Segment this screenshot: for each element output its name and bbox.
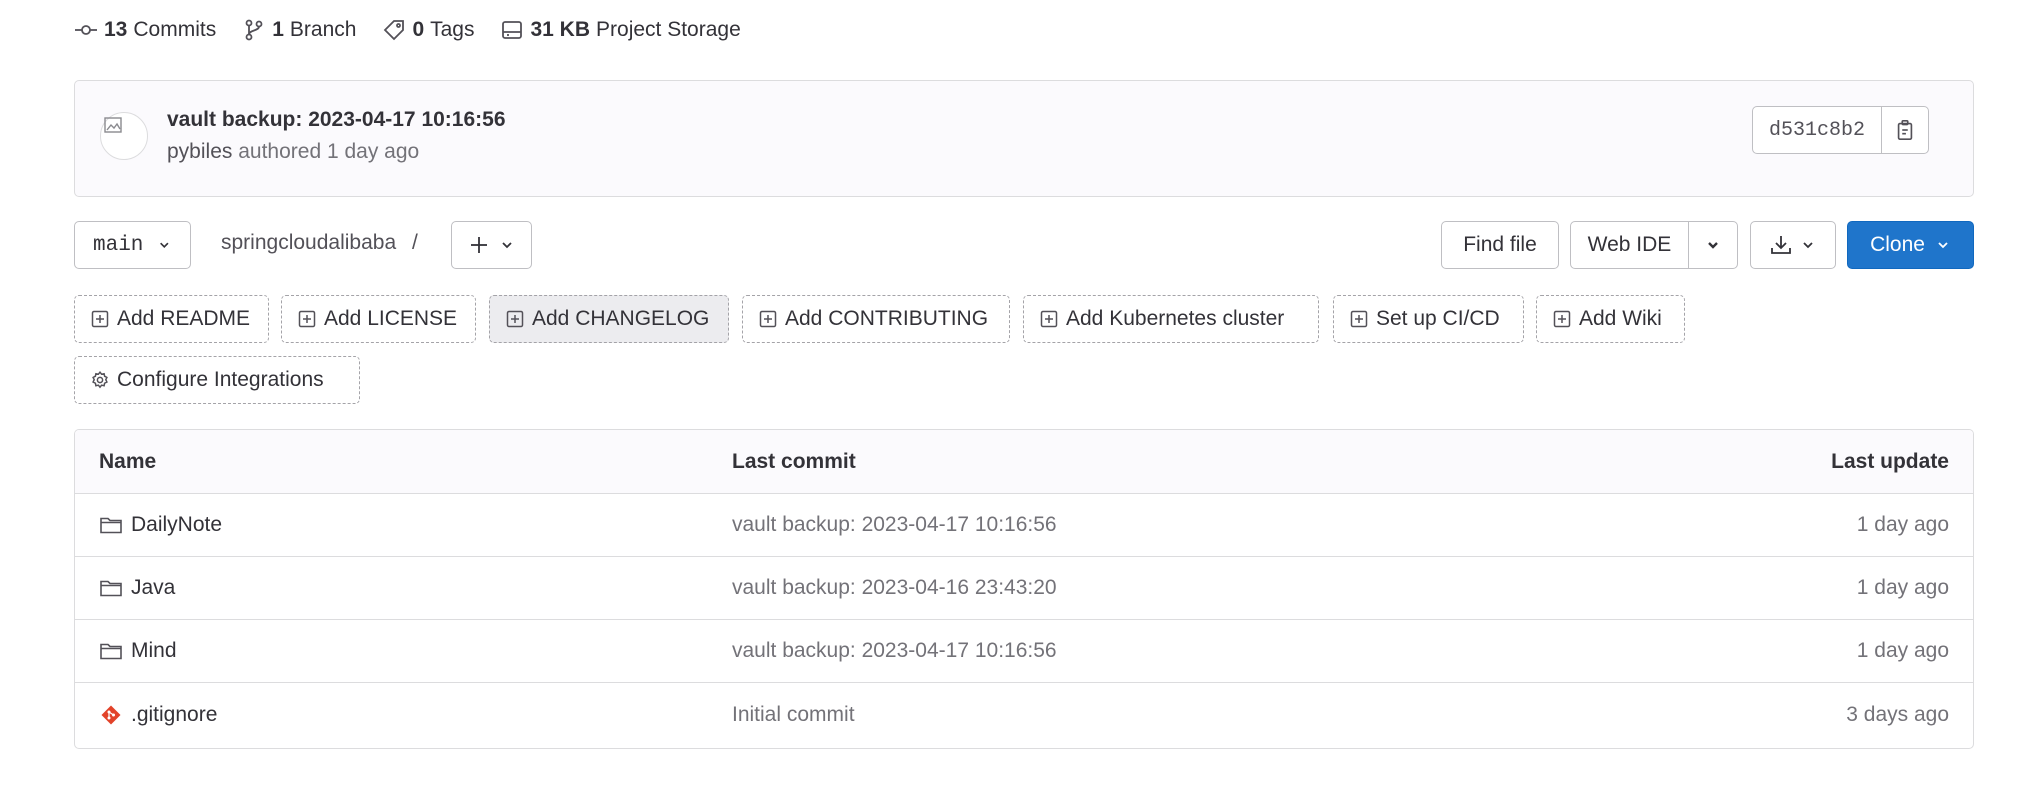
commits-label: Commits (133, 18, 217, 41)
project-stats: 13 Commits 1 Branch 0 Tags 31 KB Project… (74, 14, 741, 46)
commit-author[interactable]: pybiles (167, 140, 232, 163)
header-last-update: Last update (1831, 449, 1949, 473)
commit-sha-group: d531c8b2 (1751, 106, 1929, 154)
setup-cicd-button[interactable]: Set up CI/CD (1333, 295, 1524, 343)
chevron-down-icon (1938, 242, 1948, 249)
commits-count: 13 (104, 18, 128, 41)
avatar[interactable] (100, 112, 148, 160)
plus-square-icon (506, 310, 524, 328)
header-name: Name (99, 449, 157, 473)
plus-square-icon (759, 310, 777, 328)
web-ide-button[interactable]: Web IDE (1571, 222, 1689, 268)
branches-stat[interactable]: 1 Branch (242, 18, 356, 42)
row-last-update: 3 days ago (1846, 702, 1949, 726)
plus-square-icon (1040, 310, 1058, 328)
table-row[interactable]: Java vault backup: 2023-04-16 23:43:20 1… (75, 557, 1973, 620)
row-last-update: 1 day ago (1856, 576, 1949, 599)
row-last-update: 1 day ago (1856, 639, 1949, 662)
suggestion-label: Add LICENSE (324, 307, 458, 330)
web-ide-split-button: Web IDE (1570, 221, 1738, 269)
table-row[interactable]: .gitignore Initial commit 3 days ago (75, 683, 1973, 746)
row-last-commit[interactable]: vault backup: 2023-04-17 10:16:56 (732, 494, 1057, 556)
suggestion-label: Add CONTRIBUTING (785, 307, 989, 330)
branch-icon (245, 19, 263, 41)
add-changelog-button[interactable]: Add CHANGELOG (489, 295, 729, 343)
row-last-commit[interactable]: vault backup: 2023-04-17 10:16:56 (732, 620, 1057, 682)
add-license-button[interactable]: Add LICENSE (281, 295, 476, 343)
folder-icon (100, 643, 122, 660)
folder-icon (100, 517, 122, 534)
suggestion-label: Set up CI/CD (1376, 307, 1500, 330)
commit-title[interactable]: vault backup: 2023-04-17 10:16:56 (167, 108, 506, 132)
breadcrumb: springcloudalibaba / (221, 231, 418, 255)
row-last-update: 1 day ago (1856, 513, 1949, 536)
row-last-commit[interactable]: vault backup: 2023-04-16 23:43:20 (732, 557, 1057, 619)
file-name[interactable]: DailyNote (131, 513, 222, 537)
branch-name: main (93, 233, 144, 257)
file-name[interactable]: Mind (131, 639, 177, 663)
broken-image-icon (104, 117, 122, 133)
clone-dropdown[interactable]: Clone (1847, 221, 1974, 269)
suggestion-label: Configure Integrations (117, 368, 324, 391)
commit-icon (75, 25, 97, 35)
plus-square-icon (1553, 310, 1571, 328)
add-to-tree-dropdown[interactable] (451, 221, 532, 269)
copy-sha-button[interactable] (1882, 107, 1928, 153)
tag-icon (384, 20, 405, 41)
web-ide-dropdown-toggle[interactable] (1689, 222, 1737, 268)
suggestion-label: Add Wiki (1579, 307, 1662, 330)
chevron-down-icon (1803, 242, 1813, 249)
plus-square-icon (298, 310, 316, 328)
suggestion-label: Add CHANGELOG (532, 307, 710, 330)
plus-square-icon (91, 310, 109, 328)
chevron-down-icon (1708, 242, 1718, 249)
storage-label: Project Storage (596, 18, 741, 41)
storage-size: 31 KB (530, 18, 591, 41)
download-icon (1771, 236, 1791, 254)
branch-label: Branch (289, 18, 357, 41)
last-commit-panel: vault backup: 2023-04-17 10:16:56 pybile… (74, 80, 1974, 197)
commit-authored-text: authored 1 day ago (238, 140, 420, 163)
git-file-icon (101, 705, 121, 724)
storage-stat[interactable]: 31 KB Project Storage (500, 18, 741, 42)
configure-integrations-button[interactable]: Configure Integrations (74, 356, 360, 404)
file-name[interactable]: Java (131, 576, 175, 600)
chevron-down-icon (501, 242, 512, 249)
suggestion-label: Add README (117, 307, 251, 330)
download-dropdown[interactable] (1750, 221, 1836, 269)
chevron-down-icon (160, 242, 169, 248)
add-readme-button[interactable]: Add README (74, 295, 269, 343)
file-tree-table: Name Last commit Last update DailyNote v… (74, 429, 1974, 749)
breadcrumb-separator: / (411, 231, 418, 254)
table-row[interactable]: Mind vault backup: 2023-04-17 10:16:56 1… (75, 620, 1973, 683)
add-contributing-button[interactable]: Add CONTRIBUTING (742, 295, 1010, 343)
table-header: Name Last commit Last update (75, 430, 1973, 494)
copy-icon (1897, 120, 1913, 140)
add-wiki-button[interactable]: Add Wiki (1536, 295, 1685, 343)
folder-icon (100, 580, 122, 597)
find-file-button[interactable]: Find file (1441, 221, 1559, 269)
commit-sha[interactable]: d531c8b2 (1753, 107, 1882, 153)
clone-label: Clone (1870, 233, 1925, 256)
row-last-commit[interactable]: Initial commit (732, 683, 855, 746)
branch-count: 1 (272, 18, 284, 41)
plus-icon (470, 237, 487, 253)
header-last-commit: Last commit (732, 449, 856, 473)
tags-count: 0 (412, 18, 425, 41)
breadcrumb-repo[interactable]: springcloudalibaba (221, 231, 396, 254)
plus-square-icon (1350, 310, 1368, 328)
storage-icon (502, 21, 523, 39)
tags-label: Tags (430, 18, 475, 41)
suggestion-label: Add Kubernetes cluster (1066, 307, 1285, 330)
commit-meta: pybiles authored 1 day ago (167, 140, 419, 164)
add-kubernetes-cluster-button[interactable]: Add Kubernetes cluster (1023, 295, 1319, 343)
table-row[interactable]: DailyNote vault backup: 2023-04-17 10:16… (75, 494, 1973, 557)
file-name[interactable]: .gitignore (131, 703, 217, 727)
branch-selector[interactable]: main (74, 221, 191, 269)
commits-stat[interactable]: 13 Commits (74, 18, 216, 42)
settings-icon (92, 371, 108, 389)
tags-stat[interactable]: 0 Tags (382, 18, 474, 42)
